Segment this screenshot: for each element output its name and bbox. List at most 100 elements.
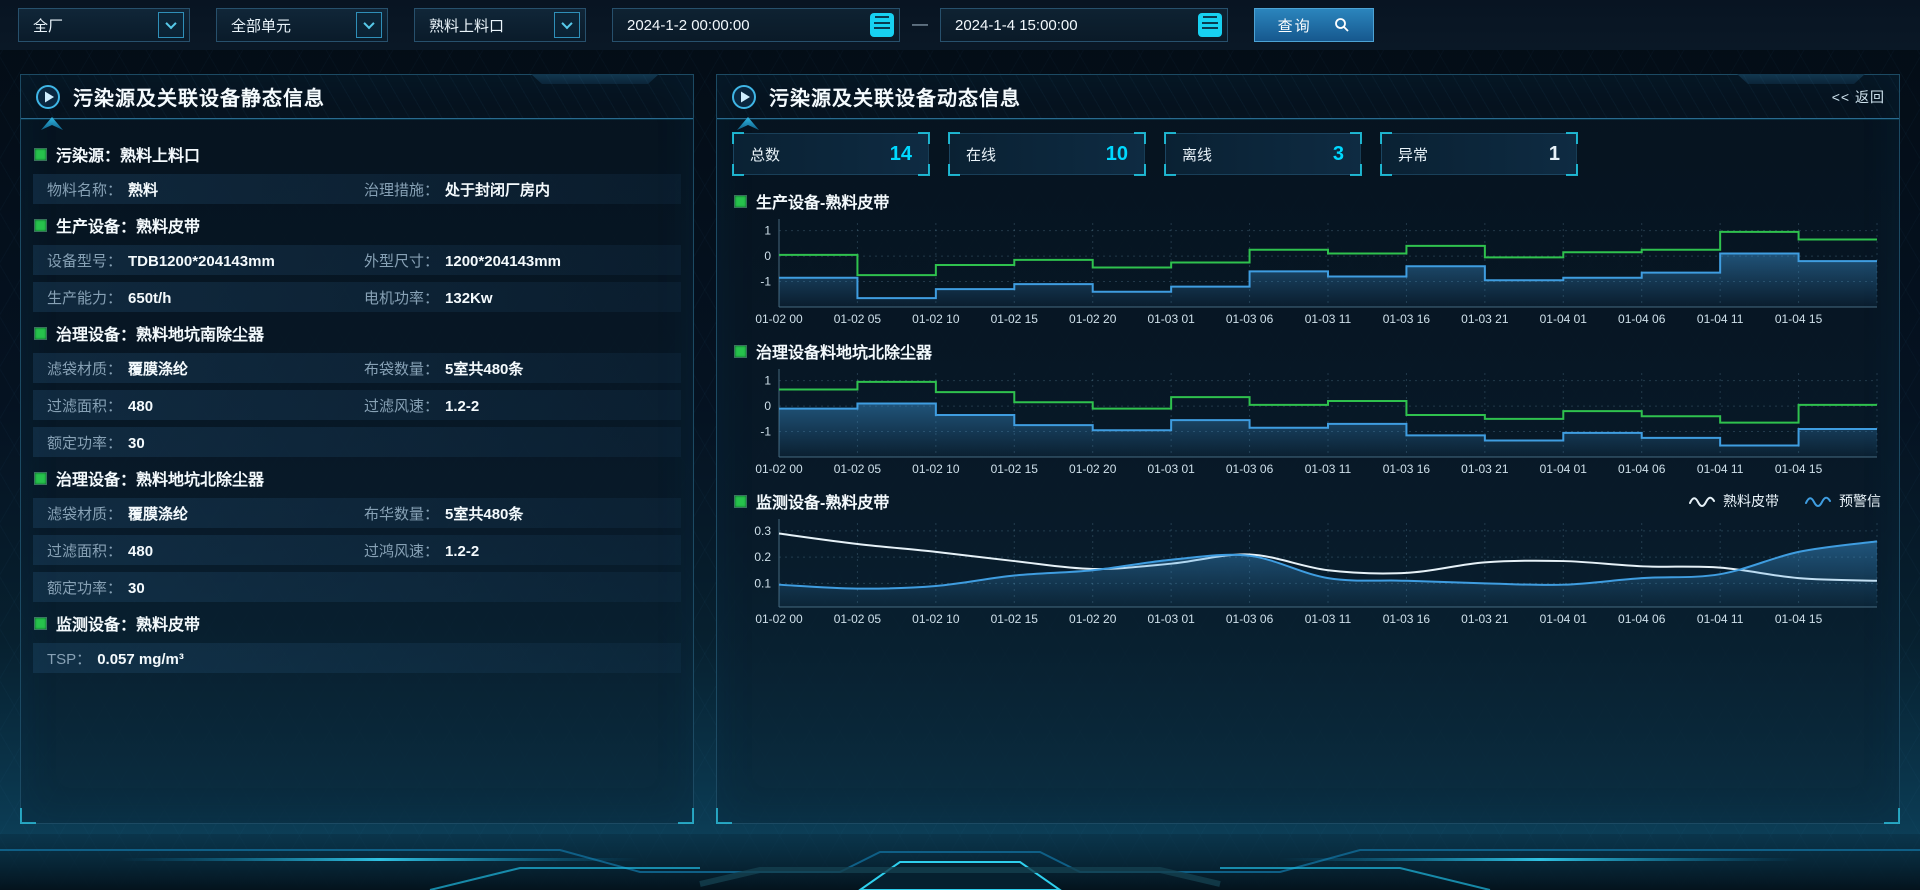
x-tick-label: 01-04 06: [1618, 462, 1666, 476]
x-tick-label: 01-03 21: [1461, 312, 1509, 326]
end-datetime-value: 2024-1-4 15:00:00: [955, 17, 1078, 34]
green-square-icon: [35, 220, 46, 231]
device-stats-row: 总数 14 在线 10 离线 3 异常 1: [733, 133, 1883, 175]
chart-canvas: 0.30.20.101-02 0001-02 0501-02 1001-02 1…: [733, 517, 1883, 629]
plant-select-value: 全厂: [33, 15, 63, 36]
x-tick-label: 01-02 00: [755, 312, 803, 326]
info-value: 0.057 mg/m³: [97, 651, 184, 668]
info-cell: 过鸿风速：1.2-2: [364, 540, 681, 561]
y-tick-label: -1: [760, 275, 771, 289]
x-tick-label: 01-04 11: [1697, 612, 1744, 626]
info-value: 480: [128, 398, 153, 415]
treatment-device-chart: 10-101-02 0001-02 0501-02 1001-02 1501-0…: [733, 367, 1883, 479]
info-value: 熟料: [128, 179, 158, 200]
stat-value: 14: [890, 143, 912, 166]
x-tick-label: 01-04 11: [1697, 312, 1744, 326]
green-square-icon: [35, 149, 46, 160]
info-value: 30: [128, 580, 145, 597]
start-datetime-input[interactable]: 2024-1-2 00:00:00: [612, 8, 900, 42]
info-row: 设备型号：TDB1200*204143mm 外型尺寸：1200*204143mm: [33, 245, 681, 275]
info-cell: 治理措施： 处于封闭厂房内: [364, 179, 681, 200]
stat-label: 离线: [1182, 144, 1212, 165]
back-link[interactable]: << 返回: [1832, 87, 1885, 107]
info-value: 650t/h: [128, 290, 171, 307]
stat-label: 在线: [966, 144, 996, 165]
chart-canvas: 10-101-02 0001-02 0501-02 1001-02 1501-0…: [733, 217, 1883, 329]
y-tick-label: 0.3: [754, 524, 771, 538]
x-tick-label: 01-02 15: [991, 312, 1039, 326]
source-select[interactable]: 熟料上料口: [414, 8, 586, 42]
green-square-icon: [35, 328, 46, 339]
x-tick-label: 01-03 16: [1383, 462, 1431, 476]
dynamic-info-panel: 污染源及关联设备动态信息 << 返回 总数 14 在线 10 离线 3 异: [716, 74, 1900, 824]
legend-item: 熟料皮带: [1689, 491, 1779, 511]
monitor-device-chart-block: 监测设备-熟料皮带 熟料皮带 预警信: [733, 489, 1883, 629]
stat-card-offline: 离线 3: [1165, 133, 1361, 175]
end-datetime-input[interactable]: 2024-1-4 15:00:00: [940, 8, 1228, 42]
wave-line-icon: [1689, 495, 1715, 507]
section-header: 治理设备：熟料地坑南除尘器: [35, 321, 679, 345]
stat-card-total: 总数 14: [733, 133, 929, 175]
info-value: 1.2-2: [445, 398, 479, 415]
x-tick-label: 01-04 06: [1618, 612, 1666, 626]
stat-value: 1: [1549, 143, 1560, 166]
info-row: 过滤面积：480 过鸿风速：1.2-2: [33, 535, 681, 565]
info-label: 额定功率：: [47, 432, 122, 453]
y-tick-label: 0.1: [754, 576, 771, 590]
y-tick-label: -1: [760, 425, 771, 439]
x-tick-label: 01-02 15: [991, 462, 1039, 476]
play-circle-icon: [731, 84, 757, 110]
x-tick-label: 01-02 20: [1069, 612, 1117, 626]
info-cell: 额定功率：30: [47, 432, 364, 453]
x-tick-label: 01-04 01: [1540, 612, 1588, 626]
info-cell: 布袋数量：5室共480条: [364, 358, 681, 379]
info-label: 过滤风速：: [364, 395, 439, 416]
info-label: 设备型号：: [47, 250, 122, 271]
info-label: 治理措施：: [364, 179, 439, 200]
dynamic-info-panel-title: 污染源及关联设备动态信息: [769, 82, 1021, 111]
source-select-value: 熟料上料口: [429, 15, 504, 36]
date-range-separator: —: [912, 16, 928, 34]
x-tick-label: 01-04 06: [1618, 312, 1666, 326]
x-tick-label: 01-02 15: [991, 612, 1039, 626]
series-area-预警信: [779, 541, 1877, 607]
x-tick-label: 01-03 01: [1147, 612, 1195, 626]
info-label: 布华数量：: [364, 503, 439, 524]
stat-card-abnormal: 异常 1: [1381, 133, 1577, 175]
stat-card-online: 在线 10: [949, 133, 1145, 175]
chevron-down-icon: [356, 12, 382, 38]
section-header-label: 生产设备：熟料皮带: [56, 213, 200, 237]
green-square-icon: [35, 618, 46, 629]
info-row: 滤袋材质：覆膜涤纶 布华数量：5室共480条: [33, 498, 681, 528]
x-tick-label: 01-03 11: [1305, 462, 1352, 476]
info-row: 额定功率：30: [33, 427, 681, 457]
plant-select[interactable]: 全厂: [18, 8, 190, 42]
bottom-decoration: [0, 828, 1920, 890]
info-value: 覆膜涤纶: [128, 503, 188, 524]
info-cell: 过滤风速： 1.2-2: [364, 395, 681, 416]
info-label: 生产能力：: [47, 287, 122, 308]
chart-legend: 熟料皮带 预警信: [1689, 491, 1881, 511]
y-tick-label: 1: [764, 374, 771, 388]
x-tick-label: 01-03 21: [1461, 612, 1509, 626]
static-info-panel-title: 污染源及关联设备静态信息: [73, 82, 325, 111]
info-row: 滤袋材质：覆膜涤纶 布袋数量：5室共480条: [33, 353, 681, 383]
x-tick-label: 01-04 15: [1775, 462, 1823, 476]
y-tick-label: 0.2: [754, 550, 771, 564]
info-value: 处于封闭厂房内: [445, 179, 550, 200]
x-tick-label: 01-04 11: [1697, 462, 1744, 476]
info-label: 外型尺寸：: [364, 250, 439, 271]
green-square-icon: [35, 473, 46, 484]
info-cell: 设备型号：TDB1200*204143mm: [47, 250, 364, 271]
info-cell: 物料名称： 熟料: [47, 179, 364, 200]
x-tick-label: 01-03 21: [1461, 462, 1509, 476]
info-label: TSP：: [47, 648, 91, 669]
info-value: 480: [128, 543, 153, 560]
info-row: 物料名称： 熟料 治理措施： 处于封闭厂房内: [33, 174, 681, 204]
x-tick-label: 01-02 10: [912, 462, 960, 476]
legend-label: 熟料皮带: [1723, 491, 1779, 511]
legend-item: 预警信: [1805, 491, 1881, 511]
info-label: 物料名称：: [47, 179, 122, 200]
search-button[interactable]: 查询: [1254, 8, 1374, 42]
unit-select[interactable]: 全部单元: [216, 8, 388, 42]
